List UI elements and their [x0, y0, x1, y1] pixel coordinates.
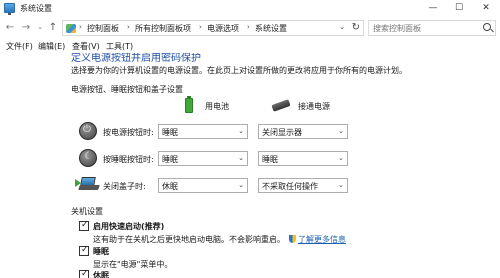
hibernate-checkbox[interactable]: [79, 269, 89, 278]
laptop-lid-icon: [75, 177, 100, 191]
sleep-button-plugged-select[interactable]: 睡眠 ⌄: [258, 151, 348, 166]
sleep-button-row: 按睡眠按钮时: 睡眠 ⌄ 睡眠 ⌄: [77, 149, 352, 168]
select-value: 睡眠: [162, 128, 178, 137]
address-dropdown-icon[interactable]: ⌄: [339, 23, 345, 31]
power-plug-icon: [271, 99, 291, 112]
select-value: 不采取任何操作: [262, 182, 318, 191]
sleep-description: 显示在"电源"菜单中。: [93, 260, 173, 269]
breadcrumb-system-settings[interactable]: 系统设置: [255, 23, 287, 34]
forward-button[interactable]: →: [20, 21, 32, 34]
title-bar: 系统设置 — ☐ ✕: [0, 0, 500, 17]
column-label-battery: 用电池: [205, 102, 229, 111]
minimize-button[interactable]: —: [420, 0, 446, 17]
menu-edit[interactable]: 编辑(E): [38, 41, 65, 52]
app-icon: [4, 3, 15, 15]
select-value: 睡眠: [162, 155, 178, 164]
breadcrumb-power-options[interactable]: 电源选项: [207, 23, 239, 34]
page-description: 选择要为你的计算机设置的电源设置。在此页上对设置所做的更改将应用于你所有的电源计…: [71, 66, 407, 75]
close-button[interactable]: ✕: [473, 0, 499, 17]
lid-close-battery-select[interactable]: 休眠 ⌄: [158, 178, 248, 193]
menu-bar: 文件(F) 编辑(E) 查看(V) 工具(T): [0, 39, 500, 53]
sleep-checkbox[interactable]: [79, 245, 89, 256]
select-value: 睡眠: [262, 155, 278, 164]
select-value: 关闭显示器: [262, 128, 302, 137]
uac-shield-icon: [289, 235, 296, 243]
menu-view[interactable]: 查看(V): [72, 41, 100, 52]
fast-startup-checkbox[interactable]: [79, 220, 89, 231]
section-heading-buttons: 电源按钮、睡眠按钮和盖子设置: [71, 85, 183, 94]
chevron-down-icon: ⌄: [238, 127, 244, 135]
page-title: 定义电源按钮并启用密码保护: [71, 53, 201, 64]
column-label-plugged: 接通电源: [298, 102, 330, 111]
fast-startup-label[interactable]: 启用快速启动(推荐): [93, 221, 164, 232]
sleep-label[interactable]: 睡眠: [93, 246, 109, 257]
search-icon[interactable]: [483, 23, 491, 31]
breadcrumb-control-panel[interactable]: 控制面板: [87, 23, 119, 34]
address-bar: ← → ⌄ ↑ › 控制面板 › 所有控制面板项 › 电源选项 › 系统设置 ⌄…: [0, 17, 500, 39]
fast-startup-desc-text: 这有助于在关机之后更快地启动电脑。不会影响重启。: [93, 235, 285, 244]
breadcrumb-separator-icon[interactable]: ›: [247, 23, 250, 31]
control-panel-icon: [66, 24, 76, 33]
breadcrumb-separator-icon[interactable]: ›: [199, 23, 202, 31]
power-button-battery-select[interactable]: 睡眠 ⌄: [158, 124, 248, 139]
sleep-button-icon: [79, 149, 97, 167]
battery-icon: [185, 96, 193, 113]
up-button[interactable]: ↑: [47, 21, 59, 34]
chevron-down-icon: ⌄: [238, 181, 244, 189]
section-heading-shutdown: 关机设置: [71, 207, 103, 216]
breadcrumb-separator-icon[interactable]: ›: [127, 23, 130, 31]
chevron-down-icon: ⌄: [338, 181, 344, 189]
sleep-button-battery-select[interactable]: 睡眠 ⌄: [158, 151, 248, 166]
chevron-down-icon: ⌄: [338, 154, 344, 162]
search-input[interactable]: [373, 22, 481, 34]
menu-tools[interactable]: 工具(T): [106, 41, 133, 52]
breadcrumb[interactable]: › 控制面板 › 所有控制面板项 › 电源选项 › 系统设置 ⌄ ↻: [62, 20, 364, 36]
recent-locations-dropdown[interactable]: ⌄: [34, 21, 46, 34]
breadcrumb-all-items[interactable]: 所有控制面板项: [135, 23, 191, 34]
maximize-button[interactable]: ☐: [446, 0, 472, 17]
menu-file[interactable]: 文件(F): [6, 41, 33, 52]
window-title: 系统设置: [20, 4, 52, 13]
sleep-button-label: 按睡眠按钮时:: [103, 155, 154, 164]
power-button-row: 按电源按钮时: 睡眠 ⌄ 关闭显示器 ⌄: [77, 122, 352, 141]
chevron-down-icon: ⌄: [238, 154, 244, 162]
hibernate-label[interactable]: 休眠: [93, 270, 109, 278]
chevron-down-icon: ⌄: [338, 127, 344, 135]
lid-close-plugged-select[interactable]: 不采取任何操作 ⌄: [258, 178, 348, 193]
power-button-icon: [79, 122, 97, 140]
power-button-plugged-select[interactable]: 关闭显示器 ⌄: [258, 124, 348, 139]
search-box[interactable]: [368, 20, 496, 36]
fast-startup-description: 这有助于在关机之后更快地启动电脑。不会影响重启。 了解更多信息: [93, 234, 346, 245]
main-content: 定义电源按钮并启用密码保护 选择要为你的计算机设置的电源设置。在此页上对设置所做…: [0, 53, 500, 278]
lid-close-row: 关闭盖子时: 休眠 ⌄ 不采取任何操作 ⌄: [75, 177, 352, 195]
lid-close-label: 关闭盖子时:: [103, 182, 146, 191]
breadcrumb-separator-icon[interactable]: ›: [79, 23, 82, 31]
power-button-label: 按电源按钮时:: [103, 128, 154, 137]
refresh-icon[interactable]: ↻: [352, 22, 360, 33]
select-value: 休眠: [162, 182, 178, 191]
learn-more-link[interactable]: 了解更多信息: [298, 235, 346, 244]
back-button[interactable]: ←: [4, 21, 16, 34]
